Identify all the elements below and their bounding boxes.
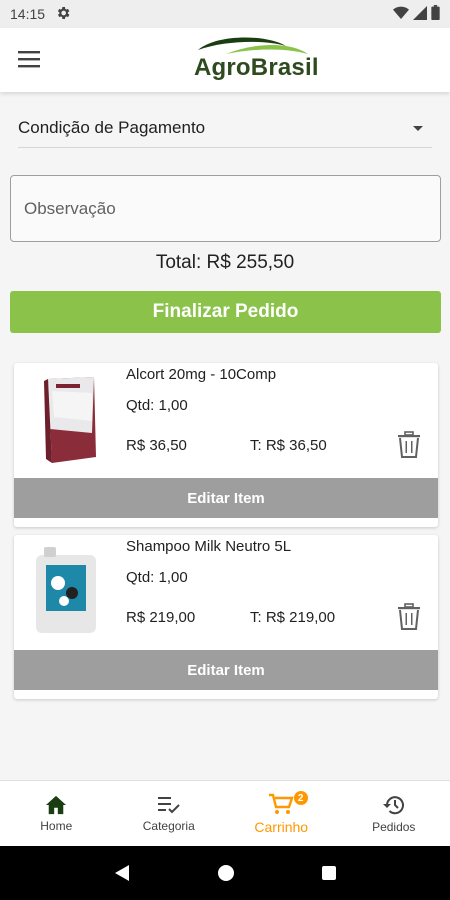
nav-carrinho[interactable]: 2 Carrinho: [225, 781, 338, 846]
caret-down-icon: [412, 118, 424, 138]
nav-home[interactable]: Home: [0, 781, 113, 846]
item-name: Alcort 20mg - 10Comp: [126, 366, 277, 383]
edit-item-button[interactable]: Editar Item: [14, 478, 438, 518]
signal-icon: [413, 5, 427, 23]
cart-item-card: Alcort 20mg - 10Comp Qtd: 1,00 R$ 36,50 …: [14, 363, 438, 527]
menu-icon[interactable]: [18, 48, 48, 72]
back-icon[interactable]: [113, 864, 131, 882]
logo: AgroBrasil: [190, 34, 330, 86]
wifi-icon: [393, 6, 409, 23]
product-image: [30, 543, 102, 643]
item-price: R$ 36,50: [126, 437, 187, 454]
payment-condition-select[interactable]: Condição de Pagamento: [18, 108, 432, 148]
item-subtotal: T: R$ 36,50: [250, 437, 327, 454]
nav-categoria[interactable]: Categoria: [113, 781, 226, 846]
item-price: R$ 219,00: [126, 609, 196, 626]
item-subtotal: T: R$ 219,00: [250, 609, 336, 626]
history-icon: [382, 795, 404, 814]
cart-badge: 2: [293, 791, 308, 805]
cart-icon: [269, 793, 294, 814]
trash-icon[interactable]: [397, 431, 421, 459]
payment-condition-label: Condição de Pagamento: [18, 117, 206, 137]
nav-categoria-label: Categoria: [142, 818, 195, 833]
nav-home-label: Home: [40, 818, 73, 833]
finalize-order-button[interactable]: Finalizar Pedido: [10, 291, 441, 333]
recents-icon[interactable]: [321, 865, 337, 881]
status-icons: [393, 5, 440, 23]
app-bar: AgroBrasil: [0, 28, 450, 92]
bottom-nav: Home Categoria 2 Carrinho Pedidos: [0, 780, 450, 846]
item-quantity: Qtd: 1,00: [126, 569, 188, 586]
item-name: Shampoo Milk Neutro 5L: [126, 538, 292, 555]
checklist-icon: [157, 796, 180, 813]
edit-item-button[interactable]: Editar Item: [14, 650, 438, 690]
settings-icon: [55, 5, 71, 24]
observation-input[interactable]: [10, 175, 441, 242]
logo-text: AgroBrasil: [194, 54, 319, 81]
trash-icon[interactable]: [397, 603, 421, 631]
home-icon: [46, 795, 67, 814]
home-circle-icon[interactable]: [217, 864, 235, 882]
battery-icon: [431, 5, 440, 23]
status-time: 14:15: [10, 6, 46, 22]
cart-item-card: Shampoo Milk Neutro 5L Qtd: 1,00 R$ 219,…: [14, 535, 438, 699]
nav-pedidos[interactable]: Pedidos: [338, 781, 450, 846]
order-total: Total: R$ 255,50: [155, 252, 295, 273]
system-nav-bar: [0, 846, 450, 900]
product-image: [30, 371, 102, 471]
nav-carrinho-label: Carrinho: [254, 818, 309, 835]
status-bar: 14:15: [0, 0, 450, 28]
nav-pedidos-label: Pedidos: [372, 819, 416, 834]
item-quantity: Qtd: 1,00: [126, 397, 188, 414]
